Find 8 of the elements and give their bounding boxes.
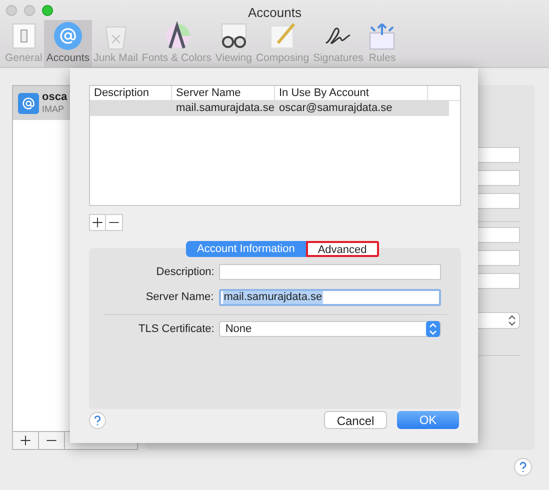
account-name: osca [42,91,68,103]
account-type: IMAP [42,103,66,115]
field-label: Server Name: [144,290,215,306]
table-cell-text: oscar@samurajdata.se [278,101,394,116]
window-title: Accounts [248,4,302,22]
field-label: TLS Certificate: [138,322,216,337]
table-cell-text: mail.samurajdata.se [175,101,275,116]
field-label: Description: [155,264,216,280]
